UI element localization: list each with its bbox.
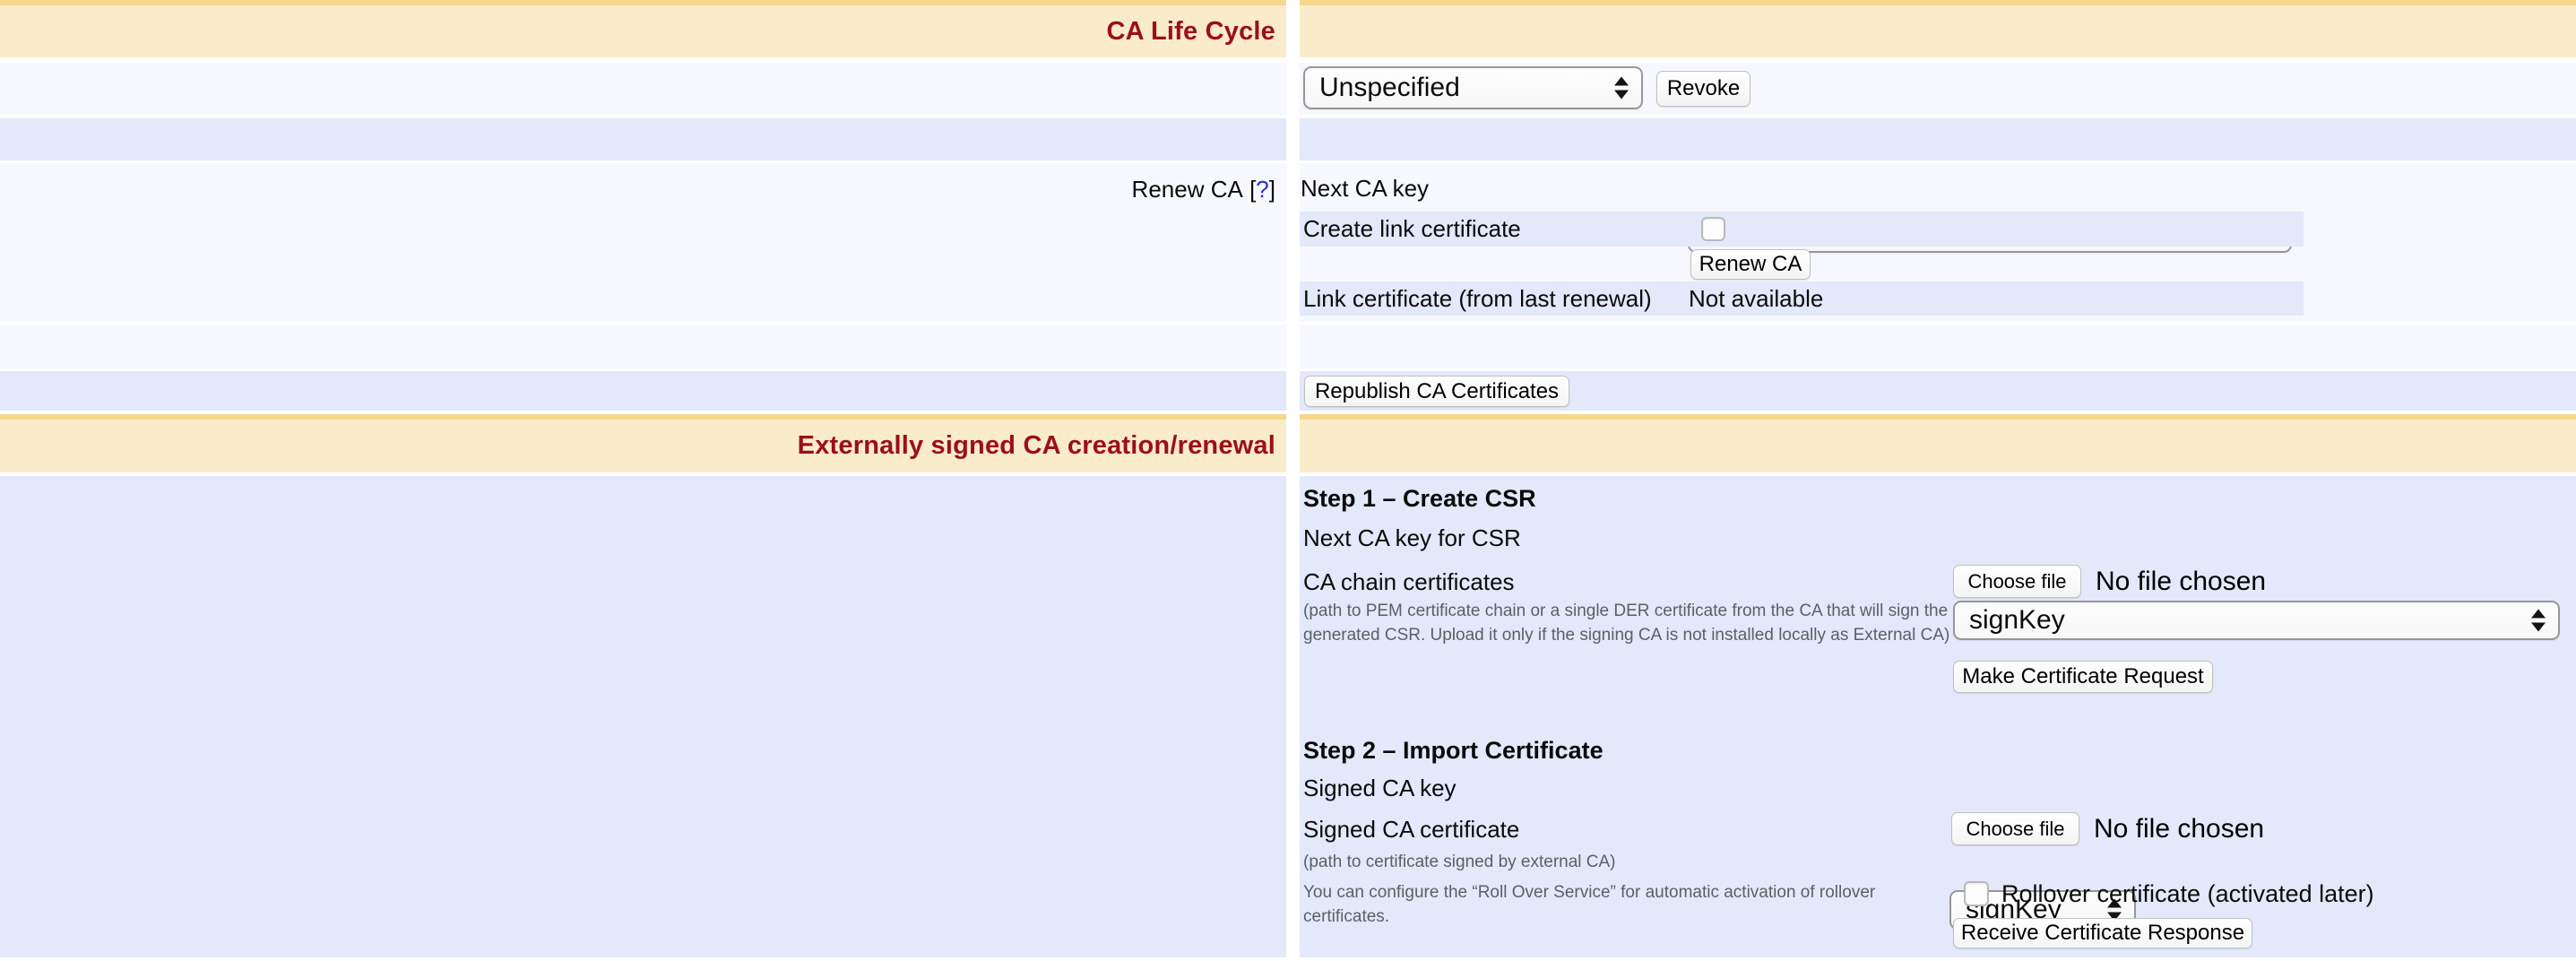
row-status-left bbox=[0, 63, 1286, 115]
ca-admin-page: CA Life Cycle Unspecified Revoke Renew C… bbox=[0, 0, 2576, 961]
signed-ca-certificate-label: Signed CA certificate bbox=[1303, 816, 1519, 844]
create-link-cert-checkbox[interactable] bbox=[1701, 217, 1725, 241]
section-title: CA Life Cycle bbox=[1107, 17, 1275, 47]
create-link-cert-row: Create link certificate bbox=[1300, 212, 2304, 247]
signed-cert-help-text: (path to certificate signed by external … bbox=[1303, 850, 2110, 874]
spacer-row-left bbox=[0, 325, 1286, 368]
spacer-row-right bbox=[1300, 325, 2576, 368]
section-header-externally-signed: Externally signed CA creation/renewal bbox=[0, 414, 1286, 472]
renew-ca-label: Renew CA [?] bbox=[1132, 176, 1275, 322]
spacer-row-right bbox=[1300, 118, 2576, 160]
no-file-chosen-text: No file chosen bbox=[2094, 812, 2264, 845]
make-certificate-request-button[interactable]: Make Certificate Request bbox=[1953, 661, 2213, 693]
rollover-help-text: You can configure the “Roll Over Service… bbox=[1303, 880, 1931, 929]
step2-heading: Step 2 – Import Certificate bbox=[1303, 737, 1604, 765]
signed-ca-key-label: Signed CA key bbox=[1303, 775, 1457, 802]
select-arrows-icon bbox=[1614, 77, 1629, 100]
renew-ca-label-cell: Renew CA [?] bbox=[0, 163, 1286, 322]
choose-file-button[interactable]: Choose file bbox=[1953, 565, 2081, 598]
select-arrows-icon bbox=[2531, 610, 2546, 632]
rollover-certificate-label: Rollover certificate (activated later) bbox=[2001, 880, 2374, 908]
link-cert-label: Link certificate (from last renewal) bbox=[1303, 285, 1652, 313]
renew-ca-button[interactable]: Renew CA bbox=[1690, 249, 1811, 280]
section-title: Externally signed CA creation/renewal bbox=[798, 431, 1275, 461]
section-header-spacer bbox=[1300, 414, 2576, 472]
revocation-reason-value: Unspecified bbox=[1319, 73, 1460, 103]
spacer-row-left bbox=[0, 118, 1286, 160]
section-header-ca-life-cycle: CA Life Cycle bbox=[0, 0, 1286, 57]
republish-ca-certificates-button[interactable]: Republish CA Certificates bbox=[1304, 376, 1569, 407]
choose-file-button[interactable]: Choose file bbox=[1951, 812, 2079, 845]
next-ca-key-csr-label: Next CA key for CSR bbox=[1303, 524, 1521, 552]
externally-signed-left-cell bbox=[0, 476, 1286, 957]
rollover-certificate-checkbox[interactable] bbox=[1964, 881, 1989, 906]
link-cert-value: Not available bbox=[1689, 281, 1823, 316]
revoke-button[interactable]: Revoke bbox=[1656, 71, 1750, 107]
help-link[interactable]: ? bbox=[1256, 176, 1268, 203]
republish-row-left bbox=[0, 371, 1286, 411]
create-link-cert-label: Create link certificate bbox=[1303, 215, 1521, 243]
no-file-chosen-text: No file chosen bbox=[2096, 565, 2266, 598]
next-ca-key-label: Next CA key bbox=[1301, 163, 1429, 213]
section-header-spacer bbox=[1300, 0, 2576, 57]
revocation-reason-select[interactable]: Unspecified bbox=[1303, 66, 1643, 109]
next-ca-key-csr-select[interactable]: signKey bbox=[1953, 601, 2560, 640]
step1-heading: Step 1 – Create CSR bbox=[1303, 485, 1536, 513]
receive-certificate-response-button[interactable]: Receive Certificate Response bbox=[1953, 918, 2252, 948]
ca-chain-certificates-label: CA chain certificates bbox=[1303, 568, 1515, 596]
ca-chain-help-text: (path to PEM certificate chain or a sing… bbox=[1303, 599, 1986, 647]
